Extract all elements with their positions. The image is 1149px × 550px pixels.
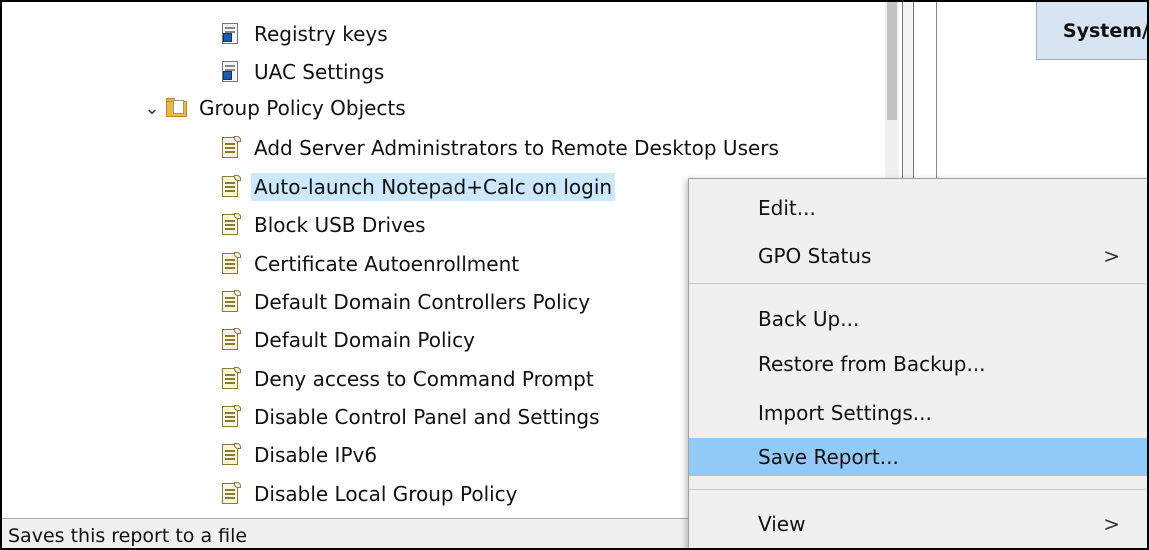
tree-item-label: Disable Local Group Policy [254, 482, 518, 506]
policy-icon [220, 328, 242, 352]
menu-item-label: Import Settings... [758, 401, 932, 425]
menu-item-view[interactable]: View > [689, 505, 1147, 543]
tree-item-disable-control-panel[interactable]: Disable Control Panel and Settings [220, 401, 603, 433]
tree-item-label: Default Domain Policy [254, 328, 475, 352]
policy-icon [220, 482, 242, 506]
status-bar: Saves this report to a file [2, 518, 692, 548]
setting-icon [220, 22, 242, 46]
tree-item-label: Group Policy Objects [199, 96, 406, 120]
chevron-right-icon: > [1103, 244, 1120, 268]
policy-icon [220, 367, 242, 391]
column-header[interactable]: System/ [1036, 2, 1147, 60]
tree-item-disable-local-gp[interactable]: Disable Local Group Policy [220, 478, 521, 510]
tree-item-default-domain-policy[interactable]: Default Domain Policy [220, 324, 478, 356]
tree-item-disable-ipv6[interactable]: Disable IPv6 [220, 439, 380, 471]
policy-icon [220, 136, 242, 160]
tree-item-label: UAC Settings [254, 60, 385, 84]
scrollbar-thumb[interactable] [887, 2, 897, 120]
policy-icon [220, 213, 242, 237]
tree-item-label: Default Domain Controllers Policy [254, 290, 591, 314]
gpmc-window: Registry keys UAC Settings ⌄ Group Polic… [0, 0, 1149, 550]
tree-item-registry-keys[interactable]: Registry keys [220, 18, 391, 50]
setting-icon [220, 60, 242, 84]
tree-item-label: Certificate Autoenrollment [254, 252, 520, 276]
tree-item-label: Registry keys [254, 22, 388, 46]
menu-separator [689, 489, 1147, 490]
tree-item-default-dc-policy[interactable]: Default Domain Controllers Policy [220, 286, 593, 318]
menu-item-save-report[interactable]: Save Report... [689, 438, 1147, 476]
menu-item-import-settings[interactable]: Import Settings... [689, 394, 1147, 432]
context-menu: Edit... GPO Status > Back Up... Restore … [688, 178, 1147, 548]
policy-icon [220, 405, 242, 429]
tree-item-block-usb[interactable]: Block USB Drives [220, 209, 429, 241]
menu-item-label: View [758, 512, 806, 536]
tree-item-certificate-autoenrollment[interactable]: Certificate Autoenrollment [220, 248, 522, 280]
tree-item-label: Deny access to Command Prompt [254, 367, 594, 391]
menu-item-label: Edit... [758, 196, 816, 220]
policy-icon [220, 175, 242, 199]
tree-item-deny-command-prompt[interactable]: Deny access to Command Prompt [220, 363, 597, 395]
tree-item-label: Block USB Drives [254, 213, 426, 237]
menu-item-back-up[interactable]: Back Up... [689, 300, 1147, 338]
chevron-down-icon[interactable]: ⌄ [139, 98, 165, 119]
tree-item-label: Disable Control Panel and Settings [254, 405, 600, 429]
chevron-right-icon: > [1103, 512, 1120, 536]
menu-item-restore-backup[interactable]: Restore from Backup... [689, 345, 1147, 383]
menu-item-label: Back Up... [758, 307, 860, 331]
policy-icon [220, 252, 242, 276]
menu-item-label: Save Report... [758, 445, 899, 469]
policy-icon [220, 290, 242, 314]
tree-item-label: Disable IPv6 [254, 443, 378, 467]
menu-separator [689, 283, 1147, 284]
menu-item-edit[interactable]: Edit... [689, 189, 1147, 227]
tree-item-auto-launch-notepad[interactable]: Auto-launch Notepad+Calc on login [220, 171, 616, 203]
tree-item-add-server-admins[interactable]: Add Server Administrators to Remote Desk… [220, 132, 782, 164]
policy-icon [220, 443, 242, 467]
tree-item-label: Auto-launch Notepad+Calc on login [251, 173, 616, 201]
menu-item-label: GPO Status [758, 244, 872, 268]
menu-item-label: Restore from Backup... [758, 352, 986, 376]
tree-item-group-policy-objects[interactable]: ⌄ Group Policy Objects [139, 92, 409, 124]
tree-item-uac-settings[interactable]: UAC Settings [220, 56, 387, 88]
tree-item-label: Add Server Administrators to Remote Desk… [254, 136, 779, 160]
status-text: Saves this report to a file [8, 524, 248, 547]
menu-item-gpo-status[interactable]: GPO Status > [689, 237, 1147, 275]
folder-icon [165, 96, 187, 120]
